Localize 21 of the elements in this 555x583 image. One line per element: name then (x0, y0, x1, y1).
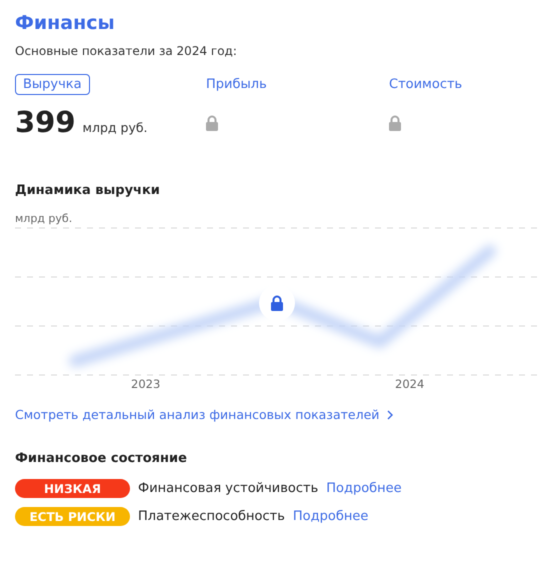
status-badge: ЕСТЬ РИСКИ (15, 507, 130, 526)
status-label: Платежеспособность (138, 509, 285, 524)
metric-tab[interactable]: Прибыль (205, 74, 268, 95)
status-label: Финансовая устойчивость (138, 481, 318, 496)
chevron-icon (387, 410, 394, 420)
section-heading: Финансовое состояние (15, 451, 188, 466)
axis-label: 2024 (395, 377, 424, 391)
section-title: Финансы (15, 12, 116, 34)
details-link[interactable]: Подробнее (326, 481, 402, 496)
details-link[interactable]: Подробнее (292, 509, 368, 524)
lock-icon (270, 295, 284, 311)
metric-unit: млрд руб. (82, 120, 148, 135)
metric-tab[interactable]: Стоимость (388, 74, 464, 95)
status-badge: НИЗКАЯ (15, 479, 130, 498)
chart-title: Динамика выручки (15, 183, 161, 198)
metric-tab[interactable]: Выручка (15, 74, 90, 95)
axis-label: 2023 (131, 377, 160, 391)
detail-link[interactable]: Смотреть детальный анализ финансовых показателей (15, 407, 394, 422)
metric-value: 399 (15, 105, 76, 139)
subtitle: Основные показатели за 2024 год: (15, 44, 238, 58)
axis-unit: млрд руб. (15, 212, 74, 225)
